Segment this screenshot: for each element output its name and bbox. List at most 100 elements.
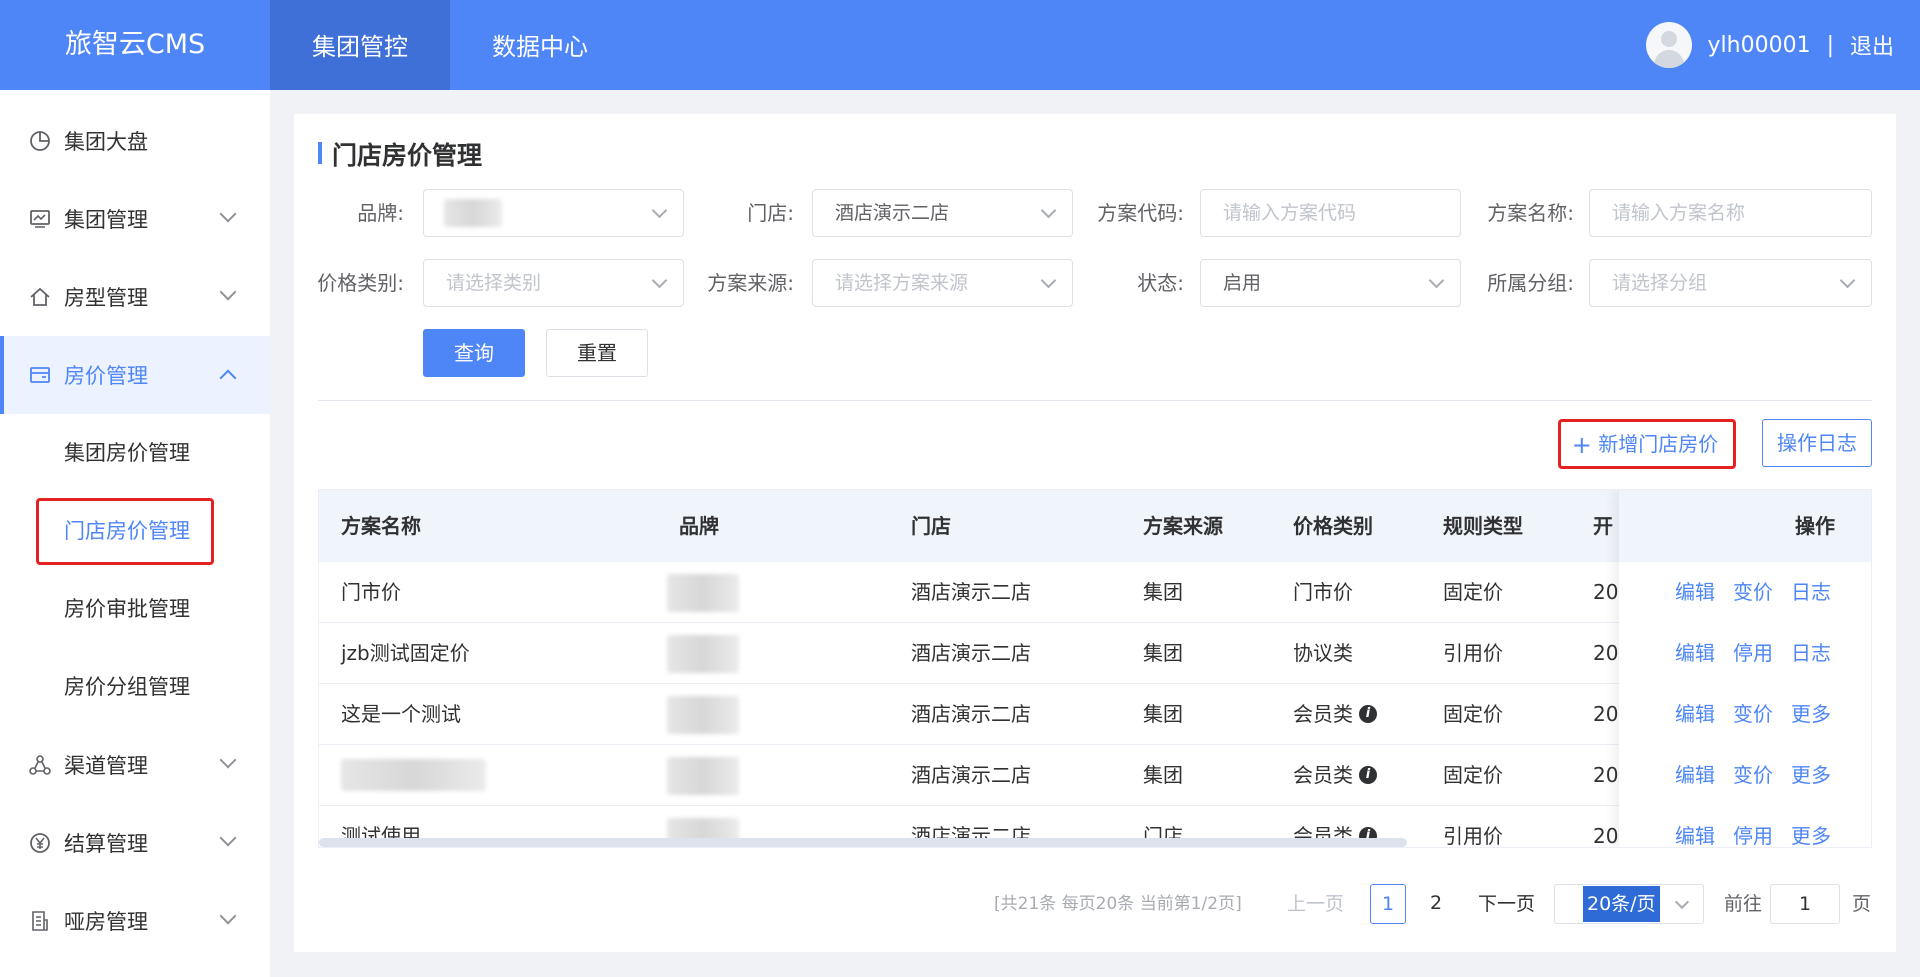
status-value: 启用 xyxy=(1223,272,1262,294)
user-separator: | xyxy=(1826,32,1834,58)
edit-link[interactable]: 编辑 xyxy=(1675,684,1715,744)
plan-name-input[interactable]: 请输入方案名称 xyxy=(1589,189,1872,237)
monitor-icon xyxy=(28,207,52,231)
redacted-value xyxy=(444,199,502,227)
redacted-brand xyxy=(667,635,739,673)
chevron-down-icon xyxy=(651,202,668,219)
cell-source: 集团 xyxy=(1143,641,1183,665)
more-link[interactable]: 更多 xyxy=(1791,684,1831,744)
status-label: 状态: xyxy=(1137,271,1184,295)
cell-price-type: 门市价 xyxy=(1293,580,1353,604)
edit-link[interactable]: 编辑 xyxy=(1675,562,1715,622)
cell-store: 酒店演示二店 xyxy=(911,763,1031,787)
highlight-box xyxy=(1558,419,1736,469)
nav-data-center[interactable]: 数据中心 xyxy=(450,0,630,90)
group-placeholder: 请选择分组 xyxy=(1612,272,1708,294)
redacted-brand xyxy=(667,696,739,734)
disable-link[interactable]: 停用 xyxy=(1733,623,1773,683)
col-price-type: 价格类别 xyxy=(1293,514,1373,538)
chevron-down-icon xyxy=(1428,272,1445,289)
sidebar-item-label: 哑房管理 xyxy=(64,910,148,934)
sidebar-sub-price-approval[interactable]: 房价审批管理 xyxy=(64,570,190,648)
edit-link[interactable]: 编辑 xyxy=(1675,806,1715,847)
operation-log-button[interactable]: 操作日志 xyxy=(1762,419,1872,467)
more-link[interactable]: 更多 xyxy=(1791,806,1831,847)
log-link[interactable]: 日志 xyxy=(1791,562,1831,622)
cell-source: 集团 xyxy=(1143,702,1183,726)
brand-select[interactable] xyxy=(423,189,684,237)
cell-store: 酒店演示二店 xyxy=(911,580,1031,604)
more-link[interactable]: 更多 xyxy=(1791,745,1831,805)
nav-group-control[interactable]: 集团管控 xyxy=(270,0,450,90)
price-type-select[interactable]: 请选择类别 xyxy=(423,259,684,307)
reprice-link[interactable]: 变价 xyxy=(1733,562,1773,622)
cell-rule-type: 固定价 xyxy=(1443,763,1503,787)
app-logo[interactable]: 旅智云CMS xyxy=(0,0,270,90)
reprice-link[interactable]: 变价 xyxy=(1733,684,1773,744)
log-link[interactable]: 日志 xyxy=(1791,623,1831,683)
goto-page-input[interactable]: 1 xyxy=(1770,884,1840,924)
chevron-down-icon xyxy=(1040,202,1057,219)
sidebar-item-dummy-room[interactable]: 哑房管理 xyxy=(0,882,270,960)
plan-code-input[interactable]: 请输入方案代码 xyxy=(1200,189,1461,237)
dashboard-icon xyxy=(28,129,52,153)
yen-icon xyxy=(28,831,52,855)
reset-button[interactable]: 重置 xyxy=(546,329,648,377)
sidebar-item-label: 房价管理 xyxy=(64,364,148,388)
sidebar-item-label: 集团大盘 xyxy=(64,130,148,154)
chevron-down-icon xyxy=(651,272,668,289)
main-panel: 门店房价管理 品牌: 门店: 酒店演示二店 方案代码: 请输入方案代码 方案名称… xyxy=(294,114,1896,952)
cell-price-type: 会员类 i xyxy=(1293,745,1377,805)
disable-link[interactable]: 停用 xyxy=(1733,806,1773,847)
query-button[interactable]: 查询 xyxy=(423,329,525,377)
sidebar-sub-price-group[interactable]: 房价分组管理 xyxy=(64,648,190,726)
sidebar-item-dashboard[interactable]: 集团大盘 xyxy=(0,102,270,180)
sidebar-item-room-price[interactable]: 房价管理 xyxy=(0,336,270,414)
store-value: 酒店演示二店 xyxy=(835,202,950,224)
cell-source: 集团 xyxy=(1143,763,1183,787)
price-type-placeholder: 请选择类别 xyxy=(446,272,542,294)
col-store: 门店 xyxy=(911,514,951,538)
page-1-button[interactable]: 1 xyxy=(1370,884,1406,924)
page-size-select[interactable]: 20条/页 xyxy=(1554,884,1704,924)
page-size-value: 20条/页 xyxy=(1583,886,1660,922)
brand-label: 品牌: xyxy=(357,201,404,225)
group-select[interactable]: 请选择分组 xyxy=(1589,259,1872,307)
group-label: 所属分组: xyxy=(1487,271,1574,295)
sidebar: 集团大盘 集团管理 房型管理 房价管理 集团房价管理 门店房价管理 房价审批管理… xyxy=(0,90,270,977)
cell-store: 酒店演示二店 xyxy=(911,702,1031,726)
avatar[interactable] xyxy=(1645,22,1692,68)
plan-source-select[interactable]: 请选择方案来源 xyxy=(812,259,1073,307)
cell-rule-type: 固定价 xyxy=(1443,580,1503,604)
info-icon[interactable]: i xyxy=(1359,766,1377,784)
reprice-link[interactable]: 变价 xyxy=(1733,745,1773,805)
sidebar-item-group-management[interactable]: 集团管理 xyxy=(0,180,270,258)
divider xyxy=(318,400,1872,401)
chevron-down-icon xyxy=(1839,272,1856,289)
prev-page-button[interactable]: 上一页 xyxy=(1287,884,1344,924)
edit-link[interactable]: 编辑 xyxy=(1675,745,1715,805)
status-select[interactable]: 启用 xyxy=(1200,259,1461,307)
cell-rule-type: 引用价 xyxy=(1443,824,1503,848)
logout-link[interactable]: 退出 xyxy=(1850,29,1894,61)
top-bar: 旅智云CMS 集团管控 数据中心 ylh00001 | 退出 xyxy=(0,0,1920,90)
sidebar-sub-group-price[interactable]: 集团房价管理 xyxy=(64,414,190,492)
cell-plan-name: jzb测试固定价 xyxy=(341,641,470,665)
chevron-down-icon xyxy=(219,283,237,301)
edit-link[interactable]: 编辑 xyxy=(1675,623,1715,683)
store-select[interactable]: 酒店演示二店 xyxy=(812,189,1073,237)
sidebar-item-channel[interactable]: 渠道管理 xyxy=(0,726,270,804)
username[interactable]: ylh00001 xyxy=(1708,33,1811,58)
cell-store: 酒店演示二店 xyxy=(911,641,1031,665)
info-icon[interactable]: i xyxy=(1359,705,1377,723)
document-icon xyxy=(28,909,52,933)
sidebar-item-settlement[interactable]: 结算管理 xyxy=(0,804,270,882)
next-page-button[interactable]: 下一页 xyxy=(1478,884,1535,924)
chevron-up-icon xyxy=(219,369,237,387)
col-plan-name: 方案名称 xyxy=(341,514,421,538)
page-2-button[interactable]: 2 xyxy=(1418,884,1454,924)
cell-rule-type: 引用价 xyxy=(1443,641,1503,665)
chevron-down-icon xyxy=(219,205,237,223)
sidebar-item-room-type[interactable]: 房型管理 xyxy=(0,258,270,336)
horizontal-scrollbar[interactable] xyxy=(319,838,1407,847)
